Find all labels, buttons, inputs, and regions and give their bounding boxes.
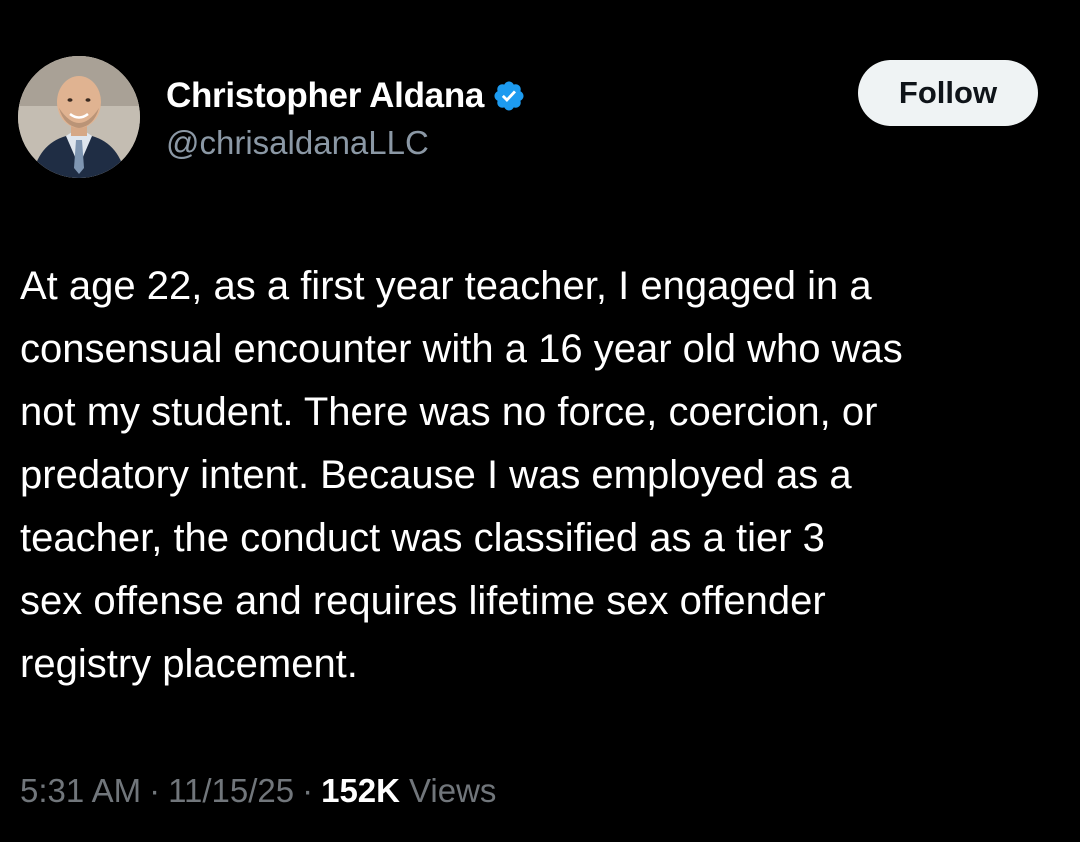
author-handle[interactable]: @chrisaldanaLLC: [166, 124, 429, 162]
follow-button[interactable]: Follow: [858, 60, 1038, 126]
author-display-name[interactable]: Christopher Aldana: [166, 76, 484, 116]
tweet-text-line: teacher, the conduct was classified as a…: [20, 516, 825, 560]
author-name-row: Christopher Aldana: [166, 74, 526, 118]
tweet-time[interactable]: 5:31 AM: [20, 772, 141, 810]
tweet-date[interactable]: 11/15/25: [168, 772, 294, 810]
tweet-text-line: sex offense and requires lifetime sex of…: [20, 579, 826, 623]
separator-dot: ·: [302, 772, 314, 809]
views-label: Views: [408, 772, 497, 809]
tweet-text-line: registry placement.: [20, 642, 358, 686]
tweet-metadata: 5:31 AM · 11/15/25 · 152K Views: [20, 772, 496, 810]
tweet-card: Christopher Aldana @chrisaldanaLLC Follo…: [0, 0, 1080, 842]
avatar-image: [18, 56, 140, 178]
tweet-text-line: At age 22, as a first year teacher, I en…: [20, 264, 872, 308]
tweet-text-line: not my student. There was no force, coer…: [20, 390, 878, 434]
separator-dot: ·: [149, 772, 161, 809]
tweet-text-line: predatory intent. Because I was employed…: [20, 453, 852, 497]
tweet-text-line: consensual encounter with a 16 year old …: [20, 327, 903, 371]
tweet-text: At age 22, as a first year teacher, I en…: [20, 255, 1070, 696]
views-count: 152K: [321, 772, 400, 809]
verified-badge-icon[interactable]: [492, 79, 526, 113]
author-avatar[interactable]: [18, 56, 140, 178]
